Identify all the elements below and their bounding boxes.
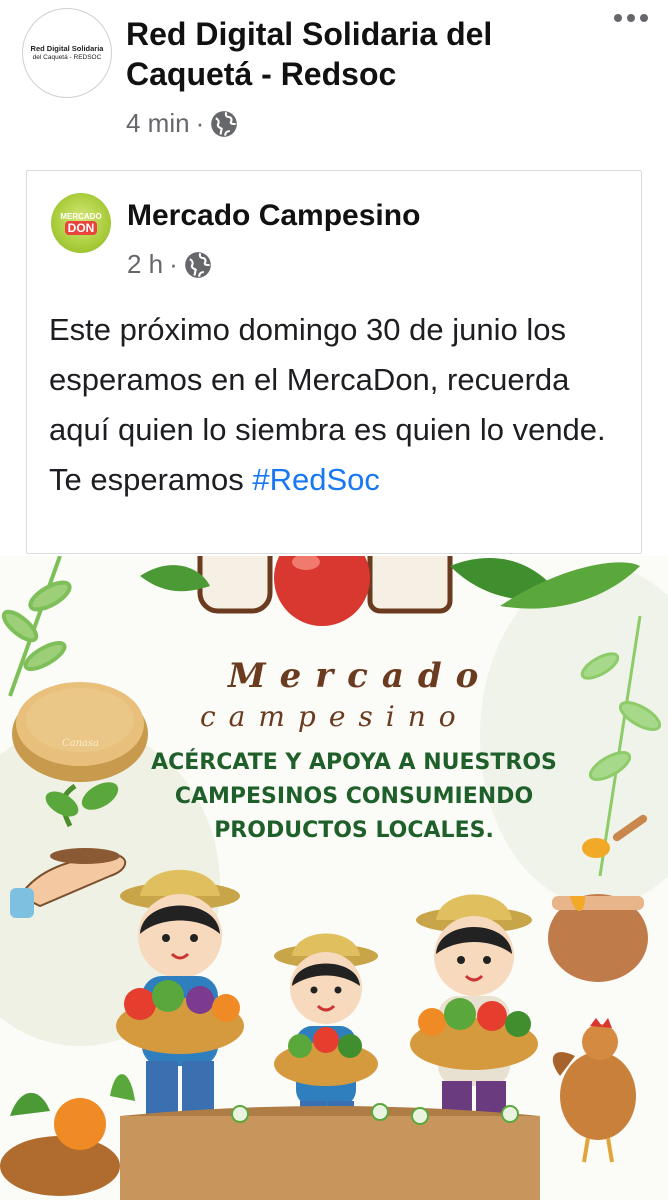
don-logo	[197, 556, 453, 626]
page-avatar[interactable]: Red Digital Solidaria del Caquetá - REDS…	[22, 8, 112, 98]
shared-post-meta: 2 h ·	[127, 249, 212, 280]
poster-subtitle: campesino	[200, 700, 469, 733]
more-options-icon[interactable]	[614, 14, 648, 22]
post-timestamp[interactable]: 4 min	[126, 108, 190, 139]
avatar-text-line1: Red Digital Solidaria	[30, 44, 104, 53]
hashtag-link[interactable]: #RedSoc	[252, 462, 380, 497]
poster-title: Mercado	[228, 656, 493, 696]
hen	[552, 1018, 636, 1163]
poster-slogan: ACÉRCATE Y APOYA A NUESTROS CAMPESINOS C…	[148, 746, 560, 848]
slogan-line-1: ACÉRCATE Y APOYA A NUESTROS	[151, 750, 557, 775]
post-body-text: Este próximo domingo 30 de junio los esp…	[49, 305, 629, 505]
post-image[interactable]: Mercado campesino ACÉRCATE Y APOYA A NUE…	[0, 556, 668, 1200]
globe-icon[interactable]	[184, 251, 212, 279]
shared-page-avatar[interactable]: MERCADO DON	[51, 193, 111, 253]
shared-avatar-logo-text: DON	[64, 220, 98, 235]
post-header: Red Digital Solidaria del Caquetá - REDS…	[0, 0, 668, 160]
post-meta: 4 min ·	[126, 108, 238, 139]
shared-post-timestamp[interactable]: 2 h	[127, 249, 163, 280]
shared-post-card[interactable]: MERCADO DON Mercado Campesino 2 h · Este…	[26, 170, 642, 554]
shared-page-name-link[interactable]: Mercado Campesino	[127, 199, 420, 233]
meta-separator: ·	[195, 108, 205, 138]
slogan-line-2: CAMPESINOS CONSUMIENDO	[174, 784, 534, 809]
bread-label: Canasa	[62, 738, 100, 749]
avatar-text-line2: del Caquetá - REDSOC	[32, 54, 102, 61]
page-name-link[interactable]: Red Digital Solidaria del Caquetá - Reds…	[126, 14, 576, 94]
poster-illustration	[0, 556, 668, 1200]
slogan-line-3: PRODUCTOS LOCALES.	[214, 818, 494, 843]
shared-avatar-small-text: MERCADO	[60, 211, 102, 221]
shared-meta-separator: ·	[169, 249, 178, 279]
globe-icon[interactable]	[210, 110, 238, 138]
